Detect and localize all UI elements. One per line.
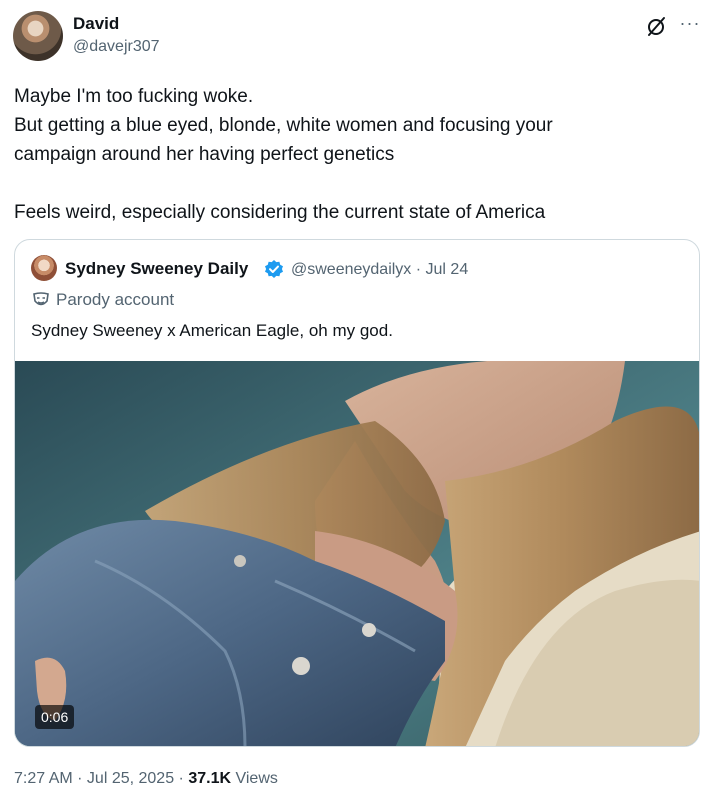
- quote-author-avatar[interactable]: [31, 255, 57, 281]
- author-handle[interactable]: @davejr307: [73, 37, 160, 57]
- tweet-timestamp[interactable]: 7:27 AM · Jul 25, 2025 ·: [14, 770, 188, 787]
- quote-author-name[interactable]: Sydney Sweeney Daily: [65, 259, 248, 279]
- video-duration: 0:06: [35, 705, 75, 729]
- quote-text: Sydney Sweeney x American Eagle, oh my g…: [31, 321, 393, 340]
- tweet-line: [14, 169, 694, 198]
- video-player[interactable]: 0:06: [15, 361, 699, 746]
- parody-label: Parody account: [56, 290, 175, 309]
- tweet-line: Feels weird, especially considering the …: [14, 202, 546, 223]
- video-frame: [15, 361, 699, 746]
- tweet-text: Maybe I'm too fucking woke. But getting …: [14, 82, 694, 227]
- more-options-icon[interactable]: ···: [677, 14, 703, 38]
- tweet-line: campaign around her having perfect genet…: [14, 144, 395, 165]
- quoted-tweet[interactable]: Sydney Sweeney Daily @sweeneydailyx · Ju…: [14, 239, 700, 747]
- grok-icon[interactable]: [645, 14, 669, 38]
- author-avatar[interactable]: [13, 11, 63, 61]
- quote-meta[interactable]: @sweeneydailyx · Jul 24: [291, 260, 468, 280]
- parody-mask-icon: [32, 292, 50, 308]
- views-count[interactable]: 37.1K: [188, 770, 231, 787]
- author-name[interactable]: David: [73, 14, 119, 34]
- tweet-footer: 7:27 AM · Jul 25, 2025 · 37.1K Views: [14, 768, 278, 790]
- tweet-header: David @davejr307 ···: [13, 11, 703, 63]
- verified-badge-icon: [264, 259, 284, 279]
- views-label: Views: [231, 770, 278, 787]
- tweet-line: But getting a blue eyed, blonde, white w…: [14, 115, 553, 136]
- tweet-line: Maybe I'm too fucking woke.: [14, 86, 254, 107]
